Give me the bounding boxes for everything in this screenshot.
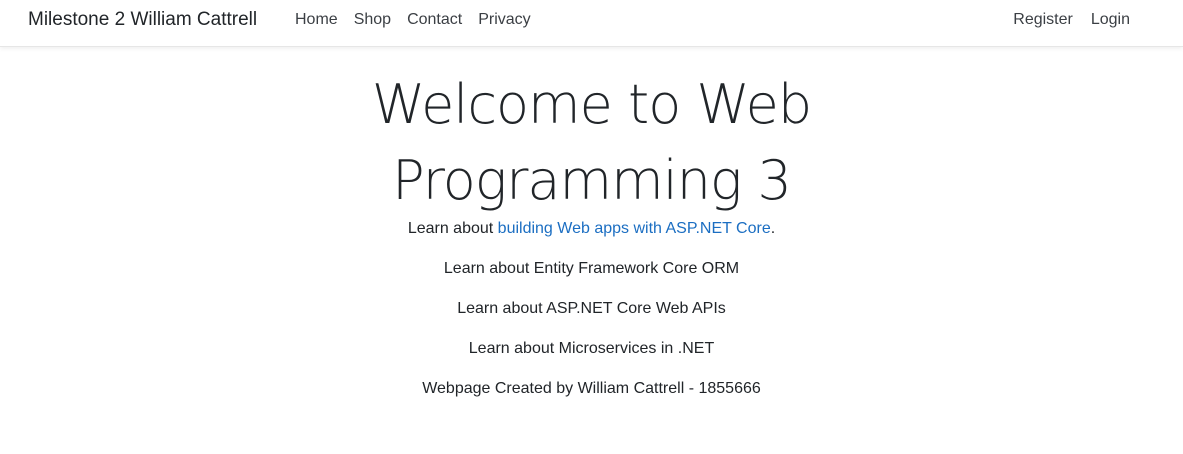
- learn-microservices-text: Learn about Microservices in .NET: [468, 340, 715, 357]
- learn-ef-core-text: Learn about Entity Framework Core ORM: [443, 260, 740, 277]
- nav-home-link[interactable]: Home: [295, 11, 338, 29]
- page-heading: Welcome to Web Programming 3: [371, 73, 812, 212]
- learn-web-apis-text: Learn about ASP.NET Core Web APIs: [457, 300, 726, 317]
- nav-privacy-link[interactable]: Privacy: [478, 11, 530, 29]
- brand-link[interactable]: Milestone 2 William Cattrell: [28, 9, 257, 31]
- learn-prefix-text: Learn about: [407, 220, 498, 237]
- learn-aspnet-paragraph: Learn about building Web apps with ASP.N…: [0, 219, 1183, 239]
- main-content: Welcome to Web Programming 3 Learn about…: [0, 67, 1183, 399]
- primary-nav: Home Shop Contact Privacy: [295, 11, 547, 29]
- learn-suffix-text: .: [770, 220, 776, 237]
- created-by-text: Webpage Created by William Cattrell - 18…: [422, 380, 761, 397]
- nav-contact-link[interactable]: Contact: [407, 11, 462, 29]
- nav-login-link[interactable]: Login: [1091, 11, 1130, 29]
- aspnet-docs-link[interactable]: building Web apps with ASP.NET Core: [498, 220, 771, 237]
- top-navbar: Milestone 2 William Cattrell Home Shop C…: [0, 0, 1183, 47]
- nav-shop-link[interactable]: Shop: [354, 11, 391, 29]
- account-nav: Register Login: [995, 11, 1130, 29]
- nav-register-link[interactable]: Register: [1013, 11, 1073, 29]
